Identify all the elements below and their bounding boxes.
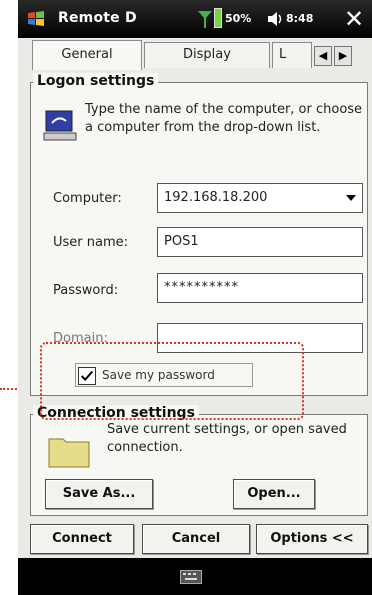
connection-settings-group: Connection settings Save current setting…	[30, 405, 368, 516]
chevron-down-icon[interactable]	[346, 195, 356, 201]
tab-scroll-right-icon[interactable]: ▶	[334, 46, 352, 66]
username-field[interactable]: POS1	[157, 227, 363, 257]
options-button[interactable]: Options <<	[256, 524, 368, 554]
app-title: Remote D	[58, 10, 137, 26]
username-value: POS1	[164, 234, 199, 249]
soft-key-bar	[18, 558, 372, 595]
logon-settings-group: Logon settings Type the name of the comp…	[30, 73, 368, 396]
tab-general[interactable]: General	[32, 40, 142, 70]
battery-level: 50%	[225, 12, 252, 25]
domain-field[interactable]	[157, 323, 363, 353]
close-icon[interactable]: ✕	[338, 2, 370, 36]
tab-local-resources[interactable]: L	[272, 42, 312, 68]
domain-label: Domain:	[53, 331, 108, 346]
password-field[interactable]: **********	[157, 273, 363, 303]
open-button[interactable]: Open...	[233, 479, 315, 509]
tab-strip: General Display L ◀ ▶	[18, 40, 372, 70]
logon-description: Type the name of the computer, or choose…	[85, 102, 363, 135]
computer-icon	[43, 110, 77, 141]
logon-settings-title: Logon settings	[33, 73, 159, 89]
signal-icon	[198, 11, 212, 28]
computer-value: 192.168.18.200	[164, 190, 268, 205]
folder-icon	[48, 438, 90, 468]
speaker-icon[interactable]	[266, 10, 284, 28]
clock[interactable]: 8:48	[286, 12, 313, 25]
tab-scroll-left-icon[interactable]: ◀	[314, 46, 332, 66]
computer-combobox[interactable]: 192.168.18.200	[157, 183, 363, 213]
tab-display[interactable]: Display	[144, 42, 270, 68]
connection-description: Save current settings, or open saved con…	[107, 422, 347, 455]
title-bar: Remote D 50% 8:48 ✕	[18, 0, 372, 38]
password-label: Password:	[53, 283, 119, 298]
cancel-button[interactable]: Cancel	[142, 524, 250, 554]
save-password-option[interactable]: Save my password	[75, 363, 253, 387]
connection-settings-title: Connection settings	[33, 405, 199, 421]
password-value: **********	[164, 280, 239, 295]
save-password-checkbox[interactable]	[78, 367, 96, 385]
keyboard-icon[interactable]	[180, 570, 202, 584]
windows-start-icon[interactable]	[26, 9, 46, 29]
remote-desktop-window: Remote D 50% 8:48 ✕ General Display L ◀ …	[18, 0, 372, 595]
save-as-button[interactable]: Save As...	[45, 479, 153, 509]
connect-button[interactable]: Connect	[30, 524, 134, 554]
battery-icon	[214, 8, 222, 28]
username-label: User name:	[53, 235, 129, 250]
computer-label: Computer:	[53, 191, 122, 206]
save-password-label: Save my password	[102, 368, 215, 382]
